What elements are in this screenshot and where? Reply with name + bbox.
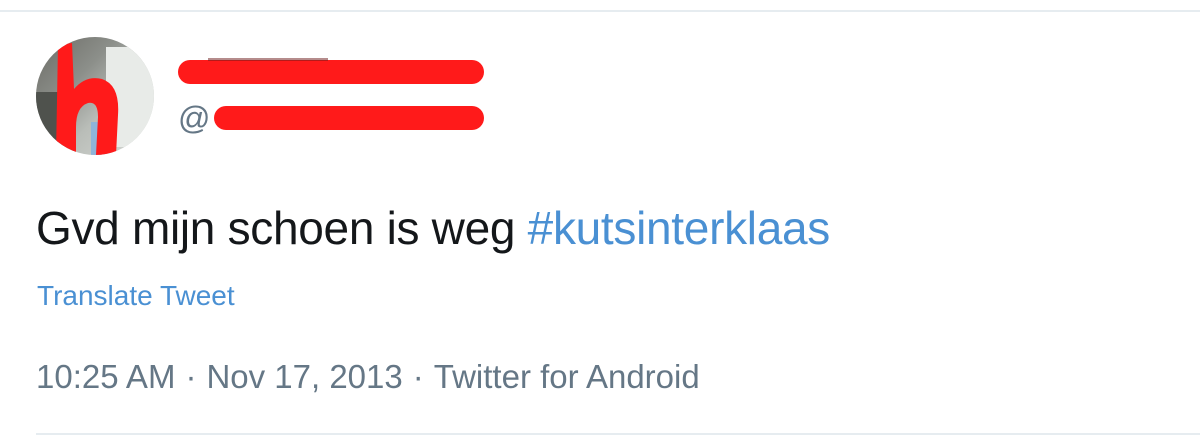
tweet-source[interactable]: Twitter for Android bbox=[434, 358, 700, 395]
tweet-time[interactable]: 10:25 AM bbox=[36, 358, 175, 395]
author-handle[interactable]: @ bbox=[178, 98, 485, 138]
translate-tweet-link[interactable]: Translate Tweet bbox=[37, 278, 235, 314]
meta-separator: · bbox=[412, 358, 424, 395]
tweet-text: Gvd mijn schoen is weg #kutsinterklaas bbox=[36, 198, 830, 258]
tweet-date[interactable]: Nov 17, 2013 bbox=[206, 358, 402, 395]
hashtag-link[interactable]: #kutsinterklaas bbox=[528, 202, 831, 254]
top-divider bbox=[0, 10, 1200, 12]
handle-prefix: @ bbox=[178, 100, 211, 136]
meta-separator: · bbox=[185, 358, 197, 395]
avatar[interactable] bbox=[36, 37, 154, 155]
tweet-text-main: Gvd mijn schoen is weg bbox=[36, 202, 528, 254]
tweet-metadata: 10:25 AM · Nov 17, 2013 · Twitter for Androi… bbox=[36, 356, 700, 398]
avatar-redaction-icon bbox=[56, 43, 119, 155]
display-name-redaction bbox=[178, 58, 484, 84]
handle-redaction bbox=[214, 106, 485, 130]
